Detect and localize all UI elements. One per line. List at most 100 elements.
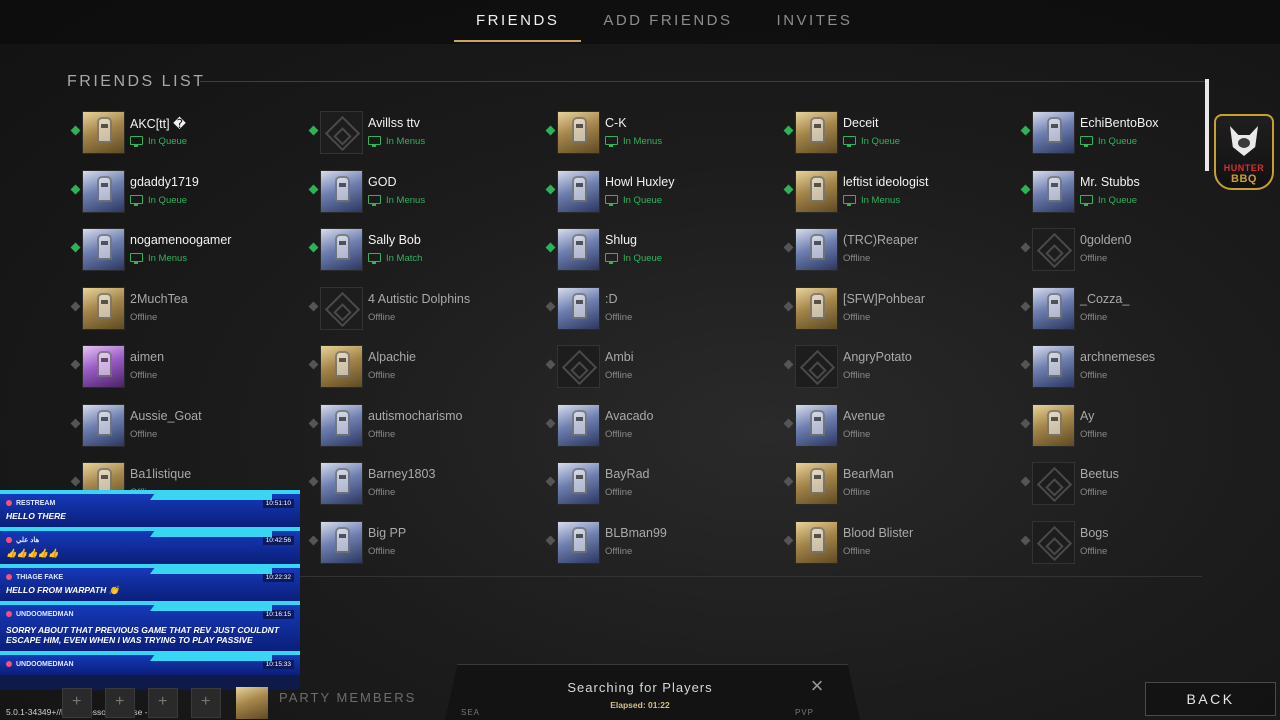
friend-entry[interactable]: Avillss ttv In Menus: [308, 108, 538, 156]
friend-entry[interactable]: Bogs Offline: [1020, 518, 1250, 566]
chat-message: THIAGE FAKE 10:22:32 HELLO FROM WARPATH 👏: [0, 564, 300, 601]
friend-name: Deceit: [843, 116, 879, 130]
back-button[interactable]: BACK: [1145, 682, 1276, 716]
friend-status: Offline: [368, 546, 396, 557]
friend-entry[interactable]: Ambi Offline: [545, 342, 775, 390]
tab-add-friends[interactable]: Add Friends: [581, 0, 754, 42]
friend-avatar: [320, 462, 363, 505]
friend-entry[interactable]: Sally Bob In Match: [308, 225, 538, 273]
status-indicator-icon: [545, 184, 556, 195]
friend-entry[interactable]: 0golden0 Offline: [1020, 225, 1250, 273]
status-indicator-icon: [545, 476, 556, 487]
friend-entry[interactable]: gdaddy1719 In Queue: [70, 167, 300, 215]
friend-name: Blood Blister: [843, 526, 914, 540]
friend-entry[interactable]: :D Offline: [545, 284, 775, 332]
friend-entry[interactable]: BLBman99 Offline: [545, 518, 775, 566]
region-label: SEA: [461, 708, 481, 717]
friend-avatar: [795, 404, 838, 447]
party-slot-empty[interactable]: [191, 688, 221, 718]
friend-entry[interactable]: BayRad Offline: [545, 459, 775, 507]
friend-entry[interactable]: nogamenoogamer In Menus: [70, 225, 300, 273]
friend-entry[interactable]: leftist ideologist In Menus: [783, 167, 1013, 215]
friend-entry[interactable]: Avenue Offline: [783, 401, 1013, 449]
friend-entry[interactable]: Blood Blister Offline: [783, 518, 1013, 566]
friend-entry[interactable]: AKC[tt] � In Queue: [70, 108, 300, 156]
close-icon[interactable]: ×: [807, 675, 827, 697]
friend-entry[interactable]: autismocharismo Offline: [308, 401, 538, 449]
friend-entry[interactable]: [SFW]Pohbear Offline: [783, 284, 1013, 332]
hero-portrait-icon: [1047, 176, 1062, 202]
status-indicator-icon: [1020, 301, 1031, 312]
monitor-icon: [368, 253, 381, 264]
status-indicator-icon: [308, 476, 319, 487]
hero-portrait-icon: [335, 410, 350, 436]
friend-status: In Menus: [386, 136, 426, 147]
monitor-icon: [130, 195, 143, 206]
friend-avatar: [1032, 521, 1075, 564]
status-indicator-icon: [70, 301, 81, 312]
friend-entry[interactable]: Big PP Offline: [308, 518, 538, 566]
monitor-icon: [605, 195, 618, 206]
friend-entry[interactable]: Deceit In Queue: [783, 108, 1013, 156]
friend-status: Offline: [1080, 253, 1108, 264]
party-slots: [62, 686, 268, 720]
friend-entry[interactable]: C-K In Menus: [545, 108, 775, 156]
hero-portrait-icon: [335, 351, 350, 377]
friend-name: BayRad: [605, 467, 650, 481]
friend-avatar: [320, 404, 363, 447]
hero-portrait-icon: [335, 234, 350, 260]
friend-status: Offline: [130, 312, 158, 323]
hero-portrait-icon: [1047, 410, 1062, 436]
party-leader-avatar[interactable]: [236, 687, 268, 719]
friend-name: [SFW]Pohbear: [843, 292, 925, 306]
status-indicator-icon: [70, 242, 81, 253]
friend-entry[interactable]: AngryPotato Offline: [783, 342, 1013, 390]
friend-entry[interactable]: _Cozza_ Offline: [1020, 284, 1250, 332]
hero-portrait-icon: [572, 527, 587, 553]
friend-entry[interactable]: aimen Offline: [70, 342, 300, 390]
monitor-icon: [1080, 195, 1093, 206]
friend-entry[interactable]: Avacado Offline: [545, 401, 775, 449]
friend-status: Offline: [605, 546, 633, 557]
friend-entry[interactable]: Alpachie Offline: [308, 342, 538, 390]
friend-entry[interactable]: (TRC)Reaper Offline: [783, 225, 1013, 273]
status-indicator-icon: [545, 418, 556, 429]
tab-invites[interactable]: Invites: [755, 0, 875, 42]
party-slot-empty[interactable]: [148, 688, 178, 718]
hero-portrait-icon: [810, 234, 825, 260]
chat-message: UNDOOMEDMAN 10:15:33: [0, 651, 300, 675]
friend-entry[interactable]: 4 Autistic Dolphins Offline: [308, 284, 538, 332]
friend-entry[interactable]: archnemeses Offline: [1020, 342, 1250, 390]
friend-entry[interactable]: Aussie_Goat Offline: [70, 401, 300, 449]
status-indicator-icon: [545, 242, 556, 253]
friend-name: Shlug: [605, 233, 637, 247]
friend-name: gdaddy1719: [130, 175, 199, 189]
friend-status: Offline: [605, 487, 633, 498]
platform-badge-icon: [6, 574, 12, 580]
default-emblem-icon: [324, 115, 361, 152]
default-emblem-icon: [561, 349, 598, 386]
hero-portrait-icon: [572, 176, 587, 202]
friend-entry[interactable]: Barney1803 Offline: [308, 459, 538, 507]
status-indicator-icon: [308, 535, 319, 546]
friend-entry[interactable]: GOD In Menus: [308, 167, 538, 215]
friend-entry[interactable]: Howl Huxley In Queue: [545, 167, 775, 215]
hero-portrait-icon: [97, 351, 112, 377]
status-indicator-icon: [1020, 184, 1031, 195]
friend-entry[interactable]: Ay Offline: [1020, 401, 1250, 449]
friend-name: Beetus: [1080, 467, 1119, 481]
friend-entry[interactable]: 2MuchTea Offline: [70, 284, 300, 332]
friend-entry[interactable]: Shlug In Queue: [545, 225, 775, 273]
friend-avatar: [795, 228, 838, 271]
platform-badge-icon: [6, 661, 12, 667]
party-slot-empty[interactable]: [105, 688, 135, 718]
tab-friends[interactable]: Friends: [454, 0, 582, 42]
friend-name: Avenue: [843, 409, 886, 423]
friend-status: Offline: [843, 429, 871, 440]
status-indicator-icon: [783, 184, 794, 195]
friend-entry[interactable]: BearMan Offline: [783, 459, 1013, 507]
status-indicator-icon: [70, 184, 81, 195]
friend-entry[interactable]: Beetus Offline: [1020, 459, 1250, 507]
party-slot-empty[interactable]: [62, 688, 92, 718]
friend-status: Offline: [843, 312, 871, 323]
